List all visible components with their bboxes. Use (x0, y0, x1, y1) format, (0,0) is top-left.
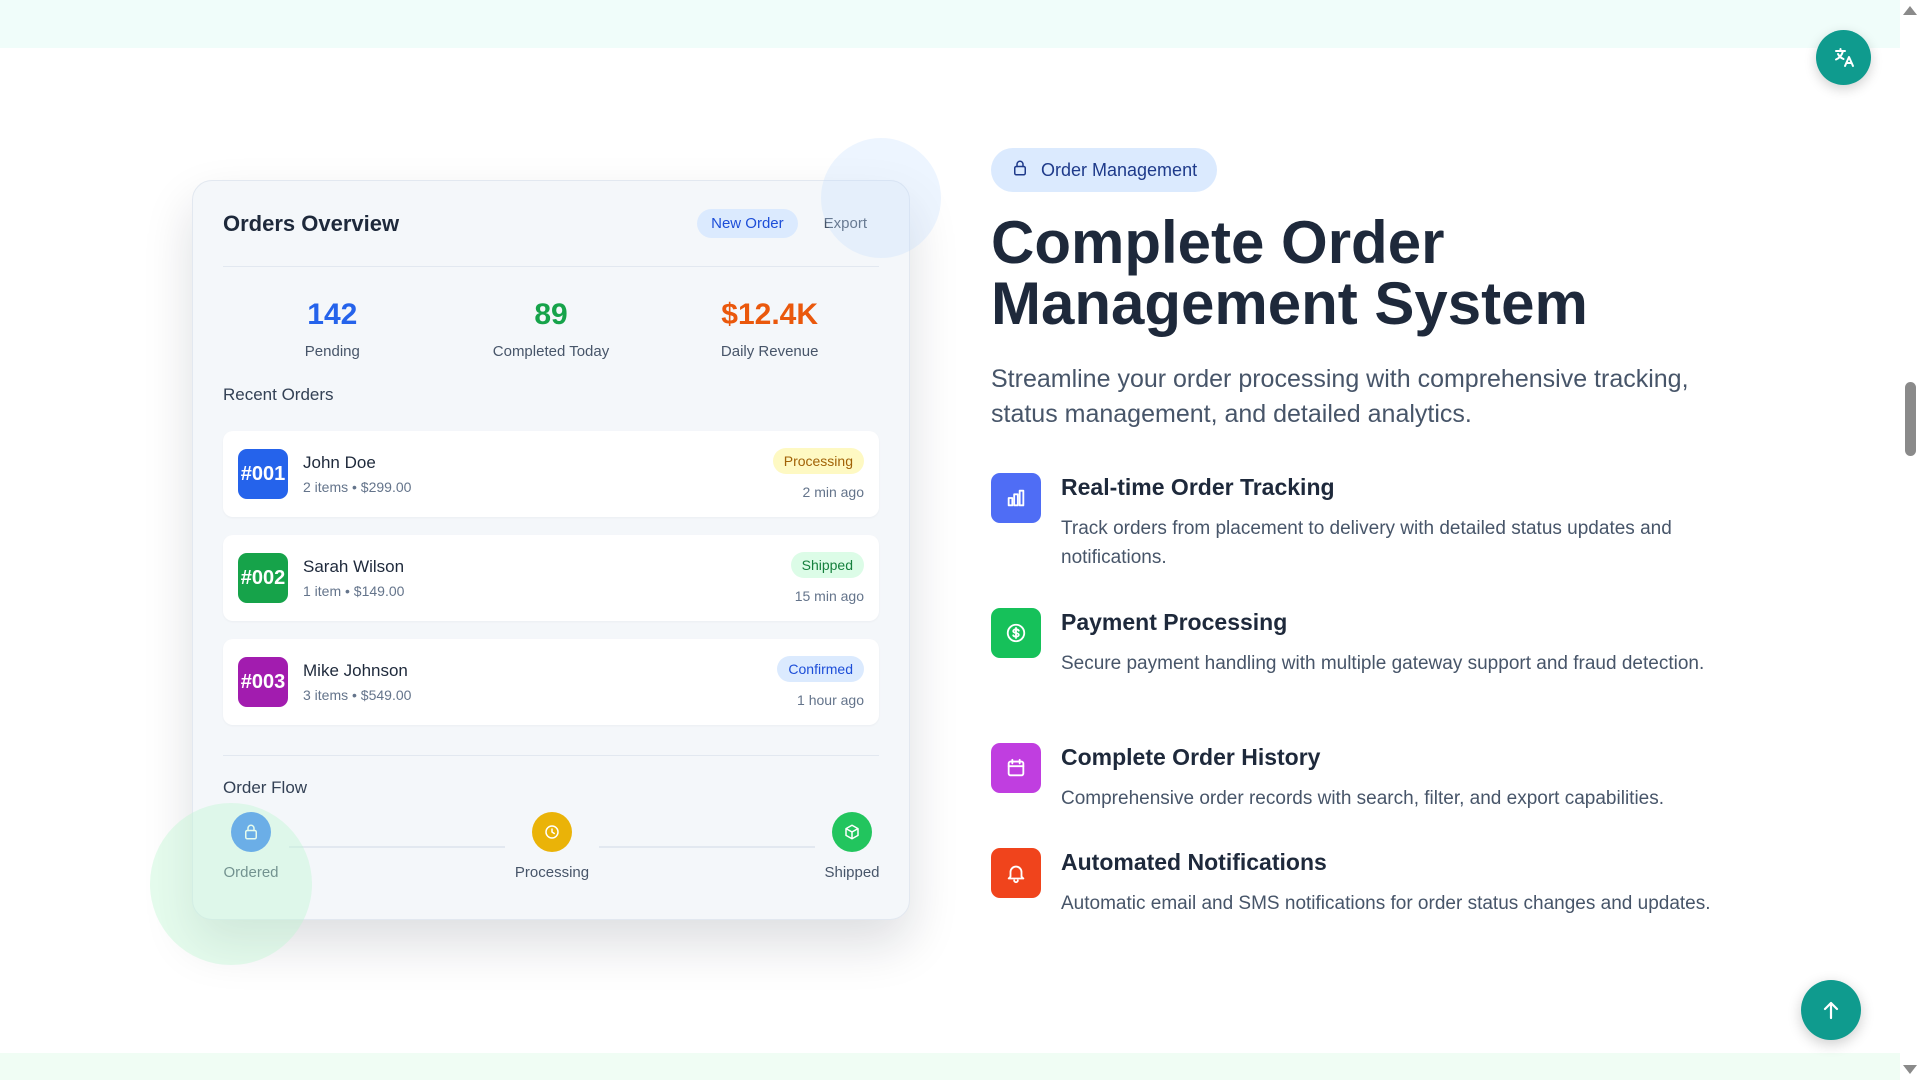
order-status-block: Shipped 15 min ago (790, 552, 864, 604)
bag-icon (1011, 159, 1029, 182)
dollar-circle-icon (991, 608, 1041, 658)
stat-completed-today: 89 Completed Today (442, 297, 661, 379)
feature-title: Real-time Order Tracking (1061, 474, 1335, 500)
order-status-block: Processing 2 min ago (772, 448, 864, 500)
bar-chart-icon (991, 473, 1041, 523)
order-status-block: Confirmed 1 hour ago (777, 656, 864, 708)
divider (223, 755, 879, 756)
order-row[interactable]: #001 John Doe 2 items • $299.00 Processi… (223, 431, 879, 517)
feature-description: Automatic email and SMS notifications fo… (1061, 893, 1711, 914)
feature-title: Complete Order History (1061, 744, 1321, 770)
translate-icon (1834, 47, 1854, 67)
order-info: Mike Johnson 3 items • $549.00 (303, 661, 777, 703)
order-meta: 3 items • $549.00 (303, 687, 412, 703)
scroll-down-arrow[interactable] (1903, 1065, 1917, 1074)
scrollbar-thumb[interactable] (1905, 382, 1916, 456)
bottom-section-band (0, 1053, 1900, 1080)
feature-item: Automated Notifications Automatic email … (991, 848, 1751, 918)
scroll-to-top-button[interactable] (1801, 980, 1861, 1040)
flow-connector (599, 846, 815, 848)
pill-label: Order Management (1041, 159, 1198, 180)
card-title: Orders Overview (223, 210, 400, 236)
card-header: Orders Overview New Order Export (223, 181, 879, 267)
hero-title-line: Complete Order (991, 209, 1445, 276)
order-time: 1 hour ago (797, 692, 864, 708)
feature-description: Secure payment handling with multiple ga… (1061, 653, 1705, 674)
order-meta: 2 items • $299.00 (303, 479, 412, 495)
stat-label: Pending (304, 343, 360, 360)
customer-name: Sarah Wilson (303, 557, 405, 576)
order-row[interactable]: #003 Mike Johnson 3 items • $549.00 Conf… (223, 639, 879, 725)
feature-item: Real-time Order Tracking Track orders fr… (991, 473, 1751, 572)
hero-title-line: Management System (991, 270, 1588, 337)
stat-label: Completed Today (492, 343, 610, 360)
status-badge: Shipped (790, 552, 864, 578)
stat-daily-revenue: $12.4K Daily Revenue (660, 297, 879, 379)
stats-row: 142 Pending 89 Completed Today $12.4K Da… (223, 267, 879, 379)
flow-step-label: Shipped (824, 864, 880, 881)
feature-item: Payment Processing Secure payment handli… (991, 608, 1751, 678)
recent-orders-heading: Recent Orders (223, 385, 334, 404)
feature-title: Payment Processing (1061, 609, 1288, 635)
order-id-badge: #001 (238, 449, 288, 499)
feature-description: Comprehensive order records with search,… (1061, 788, 1665, 809)
bell-icon (991, 848, 1041, 898)
flow-step-shipped: Shipped (823, 812, 881, 881)
order-info: John Doe 2 items • $299.00 (303, 453, 773, 495)
stat-pending: 142 Pending (223, 297, 442, 379)
feature-item: Complete Order History Comprehensive ord… (991, 743, 1751, 813)
order-row[interactable]: #002 Sarah Wilson 1 item • $149.00 Shipp… (223, 535, 879, 621)
scroll-up-arrow[interactable] (1903, 6, 1917, 15)
decorative-circle-blue (821, 138, 941, 258)
stat-value: 142 (307, 298, 358, 331)
translate-button[interactable] (1816, 30, 1871, 85)
feature-text: Automated Notifications Automatic email … (1061, 848, 1721, 918)
stat-value: $12.4K (721, 298, 819, 331)
order-time: 15 min ago (794, 588, 864, 604)
feature-title: Automated Notifications (1061, 849, 1327, 875)
feature-text: Complete Order History Comprehensive ord… (1061, 743, 1721, 813)
calendar-icon (991, 743, 1041, 793)
customer-name: John Doe (303, 453, 376, 472)
flow-step-processing: Processing (514, 812, 590, 881)
order-id-badge: #003 (238, 657, 288, 707)
orders-overview-card: Orders Overview New Order Export 142 Pen… (192, 180, 910, 920)
flow-step-label: Processing (514, 864, 590, 881)
order-meta: 1 item • $149.00 (303, 583, 405, 599)
arrow-up-icon (1823, 1001, 1839, 1020)
box-icon (832, 812, 872, 852)
stat-label: Daily Revenue (720, 343, 819, 360)
hero-title: Complete Order Management System (991, 212, 1751, 334)
flow-connector (289, 846, 505, 848)
new-order-button[interactable]: New Order (697, 209, 798, 238)
status-badge: Confirmed (777, 656, 864, 682)
section-pill: Order Management (991, 148, 1218, 192)
order-info: Sarah Wilson 1 item • $149.00 (303, 557, 791, 599)
feature-description: Track orders from placement to delivery … (1061, 518, 1672, 568)
customer-name: Mike Johnson (303, 661, 408, 680)
order-flow-heading: Order Flow (223, 778, 308, 797)
feature-text: Real-time Order Tracking Track orders fr… (1061, 473, 1721, 572)
stat-value: 89 (534, 298, 568, 331)
hero-subtitle: Streamline your order processing with co… (991, 365, 1689, 428)
status-badge: Processing (772, 448, 864, 474)
decorative-circle-green (150, 803, 312, 965)
order-flow: Ordered Processing Shipped (223, 812, 881, 902)
feature-text: Payment Processing Secure payment handli… (1061, 608, 1721, 678)
order-id-badge: #002 (238, 553, 288, 603)
clock-icon (532, 812, 572, 852)
top-section-band (0, 0, 1900, 48)
order-time: 2 min ago (802, 484, 864, 500)
scrollbar[interactable] (1900, 0, 1920, 1080)
